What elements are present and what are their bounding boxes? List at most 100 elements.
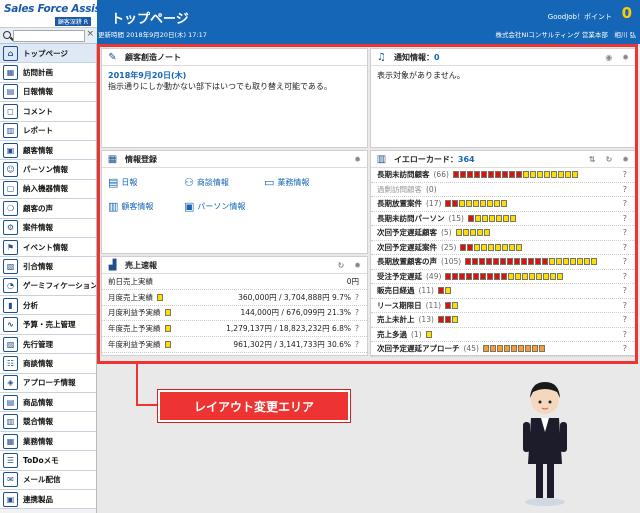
- yellowcard-row[interactable]: 販売日経過 (11)?: [371, 284, 635, 299]
- register-link-person[interactable]: ▣ パーソン情報: [184, 200, 245, 213]
- memo-icon[interactable]: [164, 325, 171, 333]
- yellowcard-count: (5): [441, 228, 452, 238]
- yellowcard-row[interactable]: 長期放置顧客の声 (105)?: [371, 255, 635, 270]
- sidebar-item[interactable]: ▤ 商品情報: [0, 393, 96, 413]
- sales-row: 年度売上予実績 1,279,137円 / 18,823,232円 6.8%?: [102, 321, 367, 338]
- yellowcard-row[interactable]: 長期未訪問顧客 (66)?: [371, 168, 635, 183]
- yellowcard-bar: [467, 214, 517, 222]
- sales-row: 月度売上実績 360,000円 / 3,704,888円 9.7%?: [102, 290, 367, 306]
- yellowcard-label: 長期未訪問パーソン: [377, 213, 445, 223]
- register-link-gyomu[interactable]: ▭ 業務情報: [264, 176, 309, 189]
- red-card: [437, 287, 444, 295]
- sidebar-item[interactable]: ☰ ToDoメモ: [0, 451, 96, 471]
- sidebar-item[interactable]: ✉ メール配信: [0, 470, 96, 490]
- yellowcard-row[interactable]: リース期限日 (11)?: [371, 299, 635, 313]
- sidebar-item[interactable]: ◔ ゲーミフィケーション: [0, 276, 96, 297]
- register-link-nippo[interactable]: ▤ 日報: [108, 176, 137, 189]
- yellowcard-row[interactable]: 過剰訪問顧客 (0)?: [371, 183, 635, 197]
- help-icon[interactable]: ?: [623, 243, 627, 252]
- help-icon[interactable]: ?: [623, 272, 627, 281]
- settings-icon[interactable]: ✹: [622, 53, 629, 62]
- help-icon[interactable]: ?: [623, 257, 627, 266]
- yellowcard-row[interactable]: 売上未計上 (13)?: [371, 313, 635, 328]
- red-card: [479, 258, 486, 266]
- help-icon[interactable]: ?: [623, 170, 627, 179]
- help-icon[interactable]: ?: [355, 340, 359, 349]
- yellow-card: [425, 330, 432, 338]
- business-icon: ▦: [3, 433, 18, 449]
- sidebar-item-label: 予算・売上管理: [23, 320, 76, 330]
- sales-row-value: 1,279,137円 / 18,823,232円 6.8%: [226, 324, 352, 334]
- yellowcard-row[interactable]: 受注予定遅延 (49)?: [371, 270, 635, 284]
- sidebar-item[interactable]: ▣ 顧客情報: [0, 140, 96, 161]
- settings-icon[interactable]: ✹: [354, 155, 361, 164]
- help-icon[interactable]: ?: [623, 286, 627, 295]
- yellowcard-count: 364: [457, 154, 475, 164]
- sidebar-item[interactable]: ▧ 引合情報: [0, 257, 96, 277]
- help-icon[interactable]: ?: [623, 199, 627, 208]
- yellowcard-row[interactable]: 次回予定遅延案件 (25)?: [371, 241, 635, 255]
- goodjob-points[interactable]: 0: [622, 4, 632, 22]
- yellow-card: [584, 258, 591, 266]
- help-icon[interactable]: ?: [623, 185, 627, 194]
- sales-row: 年度利益予実績 961,302円 / 3,141,733円 30.6%?: [102, 337, 367, 353]
- sort-icon[interactable]: ⇅: [589, 155, 596, 164]
- search-input[interactable]: [13, 30, 85, 42]
- sidebar-item[interactable]: ⚑ イベント情報: [0, 237, 96, 258]
- link-icon: ▣: [3, 491, 18, 507]
- sidebar-item[interactable]: ▨ 先行管理: [0, 334, 96, 355]
- goodjob-label[interactable]: GoodJob！ポイント: [548, 12, 612, 22]
- sidebar-item[interactable]: ⌂ トップページ: [0, 44, 96, 64]
- sidebar-item[interactable]: ▮ 分析: [0, 296, 96, 316]
- sidebar-item[interactable]: ∿ 予算・売上管理: [0, 315, 96, 335]
- memo-icon[interactable]: [164, 341, 171, 349]
- todo-icon: ☰: [3, 452, 18, 468]
- help-icon[interactable]: ?: [623, 301, 627, 310]
- yellowcard-count: (11): [418, 286, 434, 296]
- sidebar-item[interactable]: ▦ 業務情報: [0, 431, 96, 452]
- help-icon[interactable]: ?: [355, 308, 359, 317]
- yellowcard-row[interactable]: 長期未訪問パーソン (15)?: [371, 212, 635, 226]
- clear-icon[interactable]: ×: [86, 29, 94, 39]
- register-link-kokyaku[interactable]: ▥ 顧客情報: [108, 200, 153, 213]
- sidebar-item[interactable]: ⚙ 案件情報: [0, 218, 96, 238]
- sidebar-item[interactable]: ▣ 連携製品: [0, 489, 96, 510]
- sidebar-item[interactable]: ◻ コメント: [0, 102, 96, 122]
- sidebar-item[interactable]: ☷ 商談情報: [0, 354, 96, 374]
- help-icon[interactable]: ?: [355, 293, 359, 302]
- view-icon[interactable]: ◉: [605, 53, 612, 62]
- settings-icon[interactable]: ✹: [354, 261, 361, 270]
- help-icon[interactable]: ?: [623, 315, 627, 324]
- sidebar-item[interactable]: ☺ パーソン情報: [0, 160, 96, 180]
- sidebar-item[interactable]: ▤ 日報情報: [0, 82, 96, 103]
- memo-icon[interactable]: [164, 309, 171, 317]
- help-icon[interactable]: ?: [355, 324, 359, 333]
- settings-icon[interactable]: ✹: [622, 155, 629, 164]
- help-icon[interactable]: ?: [623, 228, 627, 237]
- yellowcard-row[interactable]: 長期放置案件 (17)?: [371, 197, 635, 212]
- red-card: [494, 272, 501, 280]
- help-icon[interactable]: ?: [623, 330, 627, 339]
- memo-icon[interactable]: [157, 293, 163, 301]
- help-icon[interactable]: ?: [623, 344, 627, 353]
- sidebar-item[interactable]: ▥ レポート: [0, 121, 96, 141]
- yellowcard-row[interactable]: 次回予定遅延アプローチ (45)?: [371, 342, 635, 357]
- sidebar-item[interactable]: ▥ 競合情報: [0, 412, 96, 432]
- refresh-icon[interactable]: ↻: [338, 261, 345, 270]
- sidebar-item[interactable]: ▢ 納入機器情報: [0, 179, 96, 200]
- yellowcard-row[interactable]: 次回予定遅延顧客 (5)?: [371, 226, 635, 241]
- refresh-icon[interactable]: ↻: [606, 155, 613, 164]
- yellow-card: [494, 200, 501, 208]
- app-logo[interactable]: Sales Force Assistant 顧客深耕 R: [0, 0, 124, 28]
- sales-row: 月度利益予実績 144,000円 / 676,099円 21.3%?: [102, 306, 367, 322]
- yellow-card: [451, 316, 458, 324]
- sales-row-label: 前日売上実績: [108, 276, 153, 286]
- register-link-shodan[interactable]: ⚇ 商談情報: [184, 176, 229, 189]
- yellowcard-row[interactable]: 売上多過 (1)?: [371, 328, 635, 342]
- sidebar-item[interactable]: ▦ 訪問計画: [0, 63, 96, 83]
- sidebar-item[interactable]: ◈ アプローチ情報: [0, 373, 96, 394]
- help-icon[interactable]: ?: [623, 214, 627, 223]
- search-icon[interactable]: [3, 31, 11, 39]
- sidebar-item[interactable]: ❍ 顧客の声: [0, 199, 96, 219]
- sidebar-item-label: レポート: [23, 126, 53, 136]
